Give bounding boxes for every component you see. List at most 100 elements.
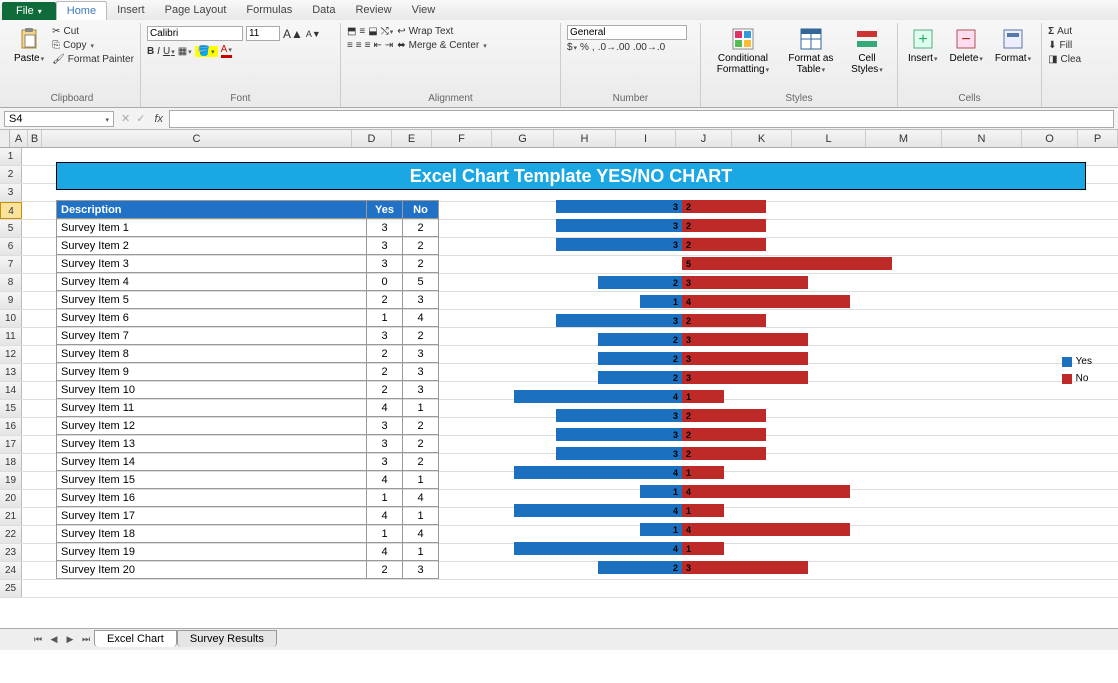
conditional-formatting-button[interactable]: Conditional Formatting bbox=[707, 25, 779, 77]
cell-no[interactable]: 3 bbox=[403, 381, 439, 399]
sheet-tab[interactable]: Excel Chart bbox=[94, 630, 177, 647]
cell-description[interactable]: Survey Item 17 bbox=[57, 507, 367, 525]
cell-yes[interactable]: 3 bbox=[367, 237, 403, 255]
column-header[interactable]: B bbox=[28, 130, 42, 147]
column-header[interactable]: G bbox=[492, 130, 554, 147]
row-header[interactable]: 23 bbox=[0, 544, 22, 561]
column-header[interactable]: A bbox=[10, 130, 28, 147]
row-header[interactable]: 17 bbox=[0, 436, 22, 453]
sheet-nav-prev-icon[interactable]: ◀ bbox=[46, 634, 62, 645]
column-headers[interactable]: ABCDEFGHIJKLMNOP bbox=[0, 130, 1118, 148]
paste-button[interactable]: Paste bbox=[10, 25, 48, 66]
copy-button[interactable]: ⎘Copy bbox=[52, 39, 134, 52]
italic-button[interactable]: I bbox=[157, 46, 160, 57]
ribbon-tab-view[interactable]: View bbox=[402, 1, 446, 20]
cell-no[interactable]: 2 bbox=[403, 435, 439, 453]
survey-table[interactable]: Description Yes No Survey Item 132Survey… bbox=[56, 200, 439, 579]
table-row[interactable]: Survey Item 332 bbox=[57, 255, 439, 273]
row-header[interactable]: 18 bbox=[0, 454, 22, 471]
cell-no[interactable]: 2 bbox=[403, 255, 439, 273]
select-all-corner[interactable] bbox=[0, 130, 10, 147]
row-header[interactable]: 14 bbox=[0, 382, 22, 399]
ribbon-tab-formulas[interactable]: Formulas bbox=[236, 1, 302, 20]
column-header[interactable]: O bbox=[1022, 130, 1078, 147]
cell-description[interactable]: Survey Item 19 bbox=[57, 543, 367, 561]
table-row[interactable]: Survey Item 923 bbox=[57, 363, 439, 381]
table-row[interactable]: Survey Item 1332 bbox=[57, 435, 439, 453]
cell-description[interactable]: Survey Item 8 bbox=[57, 345, 367, 363]
table-row[interactable]: Survey Item 823 bbox=[57, 345, 439, 363]
cell-description[interactable]: Survey Item 15 bbox=[57, 471, 367, 489]
grow-font-icon[interactable]: A▲ bbox=[283, 27, 303, 41]
cell-yes[interactable]: 3 bbox=[367, 327, 403, 345]
align-left-icon[interactable]: ≡ bbox=[347, 40, 353, 51]
cell-description[interactable]: Survey Item 20 bbox=[57, 561, 367, 579]
cell-yes[interactable]: 4 bbox=[367, 507, 403, 525]
column-header[interactable]: C bbox=[42, 130, 352, 147]
row-header[interactable]: 9 bbox=[0, 292, 22, 309]
ribbon-tab-data[interactable]: Data bbox=[302, 1, 345, 20]
table-row[interactable]: Survey Item 1023 bbox=[57, 381, 439, 399]
row-header[interactable]: 20 bbox=[0, 490, 22, 507]
row-header[interactable]: 8 bbox=[0, 274, 22, 291]
column-header[interactable]: N bbox=[942, 130, 1022, 147]
cell-yes[interactable]: 2 bbox=[367, 291, 403, 309]
sheet-nav-next-icon[interactable]: ▶ bbox=[62, 634, 78, 645]
cell-yes[interactable]: 4 bbox=[367, 543, 403, 561]
currency-button[interactable]: $ bbox=[567, 42, 577, 53]
row-header[interactable]: 22 bbox=[0, 526, 22, 543]
row-header[interactable]: 11 bbox=[0, 328, 22, 345]
cell-yes[interactable]: 2 bbox=[367, 381, 403, 399]
cell-no[interactable]: 3 bbox=[403, 345, 439, 363]
insert-cells-button[interactable]: +Insert bbox=[904, 25, 942, 66]
name-box[interactable]: S4 bbox=[4, 111, 114, 127]
formula-input[interactable] bbox=[169, 110, 1114, 128]
cell-no[interactable]: 1 bbox=[403, 399, 439, 417]
table-row[interactable]: Survey Item 1814 bbox=[57, 525, 439, 543]
font-color-button[interactable]: A bbox=[221, 44, 232, 58]
cell-yes[interactable]: 1 bbox=[367, 525, 403, 543]
cell-no[interactable]: 2 bbox=[403, 237, 439, 255]
comma-button[interactable]: , bbox=[592, 42, 595, 53]
table-row[interactable]: Survey Item 232 bbox=[57, 237, 439, 255]
cell-yes[interactable]: 3 bbox=[367, 255, 403, 273]
wrap-text-button[interactable]: ↩Wrap Text bbox=[397, 25, 487, 38]
indent-increase-icon[interactable]: ⇥ bbox=[385, 40, 393, 51]
column-header[interactable]: I bbox=[616, 130, 676, 147]
cell-no[interactable]: 3 bbox=[403, 291, 439, 309]
autosum-button[interactable]: ΣAut bbox=[1048, 25, 1072, 38]
cell-description[interactable]: Survey Item 11 bbox=[57, 399, 367, 417]
cell-yes[interactable]: 2 bbox=[367, 561, 403, 579]
align-middle-icon[interactable]: ≡ bbox=[359, 26, 365, 37]
table-row[interactable]: Survey Item 1432 bbox=[57, 453, 439, 471]
indent-decrease-icon[interactable]: ⇤ bbox=[373, 40, 381, 51]
file-tab[interactable]: File bbox=[2, 2, 56, 20]
cell-description[interactable]: Survey Item 5 bbox=[57, 291, 367, 309]
cell-yes[interactable]: 2 bbox=[367, 345, 403, 363]
row-header[interactable]: 10 bbox=[0, 310, 22, 327]
cell-no[interactable]: 1 bbox=[403, 507, 439, 525]
table-row[interactable]: Survey Item 1614 bbox=[57, 489, 439, 507]
cell-description[interactable]: Survey Item 4 bbox=[57, 273, 367, 291]
cell-no[interactable]: 4 bbox=[403, 525, 439, 543]
border-button[interactable]: ▦ bbox=[178, 46, 192, 57]
cell-no[interactable]: 1 bbox=[403, 471, 439, 489]
align-bottom-icon[interactable]: ⬓ bbox=[368, 26, 377, 37]
cell-description[interactable]: Survey Item 18 bbox=[57, 525, 367, 543]
row-header[interactable]: 4 bbox=[0, 202, 22, 219]
font-name-select[interactable] bbox=[147, 26, 243, 41]
cell-description[interactable]: Survey Item 12 bbox=[57, 417, 367, 435]
cell-description[interactable]: Survey Item 6 bbox=[57, 309, 367, 327]
cell-yes[interactable]: 3 bbox=[367, 435, 403, 453]
align-right-icon[interactable]: ≡ bbox=[365, 40, 371, 51]
row-header[interactable]: 1 bbox=[0, 148, 22, 165]
sheet-tab[interactable]: Survey Results bbox=[177, 630, 277, 647]
table-row[interactable]: Survey Item 405 bbox=[57, 273, 439, 291]
column-header[interactable]: F bbox=[432, 130, 492, 147]
clear-button[interactable]: ◨Clea bbox=[1048, 53, 1081, 66]
delete-cells-button[interactable]: −Delete bbox=[945, 25, 986, 66]
fx-button[interactable]: fx bbox=[148, 113, 169, 125]
row-header[interactable]: 15 bbox=[0, 400, 22, 417]
cancel-formula-icon[interactable]: ✕ bbox=[118, 112, 133, 125]
column-header[interactable]: D bbox=[352, 130, 392, 147]
